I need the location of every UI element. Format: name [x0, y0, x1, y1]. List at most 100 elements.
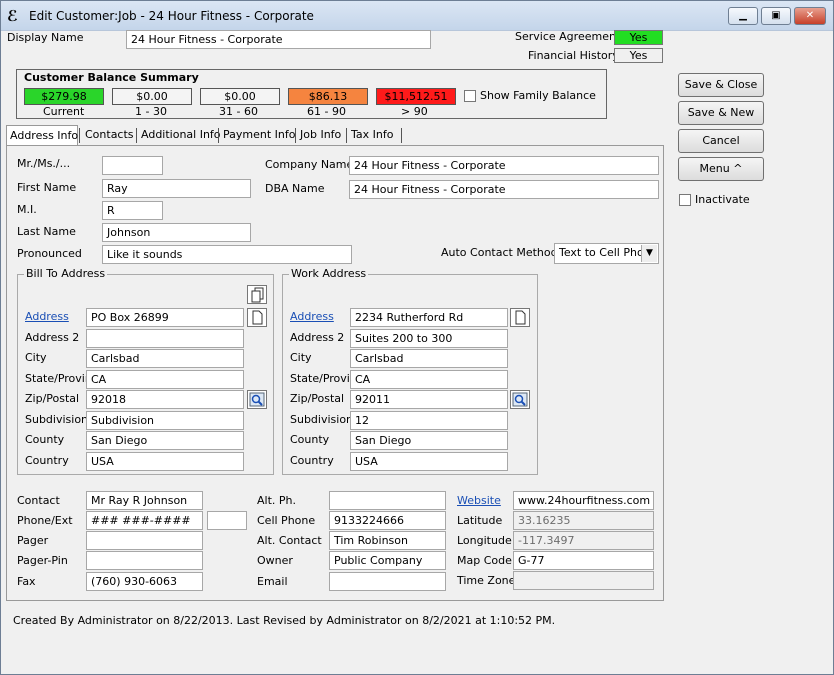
auto-contact-value: Text to Cell Phor	[559, 246, 649, 259]
balance-summary-box: Customer Balance Summary $279.98 Current…	[16, 69, 607, 119]
first-name-label: First Name	[17, 181, 77, 194]
balance-over-90-label: > 90	[401, 105, 428, 118]
auto-contact-select[interactable]: Text to Cell Phor ▼	[554, 243, 659, 264]
tab-separator	[346, 128, 347, 143]
work-zip-input[interactable]: 92011	[350, 390, 508, 409]
contact-input[interactable]: Mr Ray R Johnson	[86, 491, 203, 510]
bill-to-address-group: Bill To Address Address PO Box 26899 Add…	[17, 267, 274, 475]
bill-address2-input[interactable]	[86, 329, 244, 348]
work-county-label: County	[290, 433, 330, 446]
bill-subdivision-label: Subdivision	[25, 413, 89, 426]
minimize-button[interactable]: ▁	[728, 7, 758, 25]
time-zone-input	[513, 571, 654, 590]
salutation-label: Mr./Ms./...	[17, 157, 71, 170]
bill-county-input[interactable]: San Diego	[86, 431, 244, 450]
owner-input[interactable]: Public Company	[329, 551, 446, 570]
pager-pin-label: Pager-Pin	[17, 554, 68, 567]
map-code-label: Map Code	[457, 554, 512, 567]
maximize-button[interactable]: ▣	[761, 7, 791, 25]
work-state-input[interactable]: CA	[350, 370, 508, 389]
save-close-button[interactable]: Save & Close	[678, 73, 764, 97]
work-subdivision-input[interactable]: 12	[350, 411, 508, 430]
balance-61-90-amount: $86.13	[288, 88, 368, 105]
tab-contacts[interactable]: Contacts	[82, 125, 137, 146]
last-name-input[interactable]: Johnson	[102, 223, 251, 242]
checkbox-icon[interactable]	[679, 194, 691, 206]
cell-phone-label: Cell Phone	[257, 514, 316, 527]
balance-31-60-amount: $0.00	[200, 88, 280, 105]
pager-pin-input[interactable]	[86, 551, 203, 570]
tab-separator	[295, 128, 296, 143]
bill-to-title: Bill To Address	[24, 267, 108, 280]
ext-input[interactable]	[207, 511, 247, 530]
pronounced-input[interactable]: Like it sounds	[102, 245, 352, 264]
website-link[interactable]: Website	[457, 494, 501, 507]
work-address-link[interactable]: Address	[290, 310, 334, 323]
address-info-panel: Mr./Ms./... First Name Ray M.I. R Last N…	[6, 145, 664, 601]
tab-additional-info[interactable]: Additional Info	[138, 125, 224, 146]
title-bar: ℰ Edit Customer:Job - 24 Hour Fitness - …	[1, 1, 833, 31]
fax-input[interactable]: (760) 930-6063	[86, 572, 203, 591]
menu-button[interactable]: Menu ^	[678, 157, 764, 181]
tab-payment-info[interactable]: Payment Info	[220, 125, 298, 146]
mi-input[interactable]: R	[102, 201, 163, 220]
work-county-input[interactable]: San Diego	[350, 431, 508, 450]
bill-country-input[interactable]: USA	[86, 452, 244, 471]
zip-lookup-search-icon[interactable]	[247, 390, 267, 409]
tab-address-info[interactable]: Address Info	[6, 125, 78, 147]
edit-customer-window: ℰ Edit Customer:Job - 24 Hour Fitness - …	[0, 0, 834, 675]
financial-history-button[interactable]: Yes	[614, 48, 663, 63]
bill-subdivision-input[interactable]: Subdivision	[86, 411, 244, 430]
inactivate-checkbox[interactable]: Inactivate	[679, 193, 750, 206]
company-name-input[interactable]: 24 Hour Fitness - Corporate	[349, 156, 659, 175]
document-icon[interactable]	[247, 308, 267, 327]
map-code-input[interactable]: G-77	[513, 551, 654, 570]
zip-lookup-search-icon[interactable]	[510, 390, 530, 409]
tab-tax-info[interactable]: Tax Info	[348, 125, 396, 146]
work-country-input[interactable]: USA	[350, 452, 508, 471]
pager-input[interactable]	[86, 531, 203, 550]
display-name-input[interactable]: 24 Hour Fitness - Corporate	[126, 30, 431, 49]
window-title: Edit Customer:Job - 24 Hour Fitness - Co…	[29, 9, 314, 23]
alt-contact-input[interactable]: Tim Robinson	[329, 531, 446, 550]
email-label: Email	[257, 575, 288, 588]
first-name-input[interactable]: Ray	[102, 179, 251, 198]
work-city-label: City	[290, 351, 312, 364]
last-name-label: Last Name	[17, 225, 76, 238]
tab-job-info[interactable]: Job Info	[297, 125, 344, 146]
bill-city-input[interactable]: Carlsbad	[86, 349, 244, 368]
show-family-balance-checkbox[interactable]: Show Family Balance	[464, 89, 596, 102]
work-country-label: Country	[290, 454, 334, 467]
tab-separator	[136, 128, 137, 143]
save-new-button[interactable]: Save & New	[678, 101, 764, 125]
bill-address-link[interactable]: Address	[25, 310, 69, 323]
bill-address-input[interactable]: PO Box 26899	[86, 308, 244, 327]
phone-input[interactable]: ### ###-####	[86, 511, 203, 530]
work-address2-input[interactable]: Suites 200 to 300	[350, 329, 508, 348]
pager-label: Pager	[17, 534, 49, 547]
close-button[interactable]: ✕	[794, 7, 826, 25]
work-address2-label: Address 2	[290, 331, 345, 344]
balance-61-90-label: 61 - 90	[307, 105, 346, 118]
dba-name-label: DBA Name	[265, 182, 325, 195]
chevron-down-icon[interactable]: ▼	[641, 245, 657, 262]
email-input[interactable]	[329, 572, 446, 591]
bill-zip-label: Zip/Postal	[25, 392, 80, 405]
copy-address-icon[interactable]	[247, 285, 267, 304]
dba-name-input[interactable]: 24 Hour Fitness - Corporate	[349, 180, 659, 199]
alt-phone-input[interactable]	[329, 491, 446, 510]
work-city-input[interactable]: Carlsbad	[350, 349, 508, 368]
website-input[interactable]: www.24hourfitness.com	[513, 491, 654, 510]
work-address-input[interactable]: 2234 Rutherford Rd	[350, 308, 508, 327]
bill-city-label: City	[25, 351, 47, 364]
document-icon[interactable]	[510, 308, 530, 327]
inactivate-label: Inactivate	[695, 193, 750, 206]
checkbox-icon[interactable]	[464, 90, 476, 102]
bill-state-input[interactable]: CA	[86, 370, 244, 389]
contact-label: Contact	[17, 494, 60, 507]
work-address-title: Work Address	[289, 267, 369, 280]
cell-phone-input[interactable]: 9133224666	[329, 511, 446, 530]
salutation-input[interactable]	[102, 156, 163, 175]
bill-zip-input[interactable]: 92018	[86, 390, 244, 409]
cancel-button[interactable]: Cancel	[678, 129, 764, 153]
